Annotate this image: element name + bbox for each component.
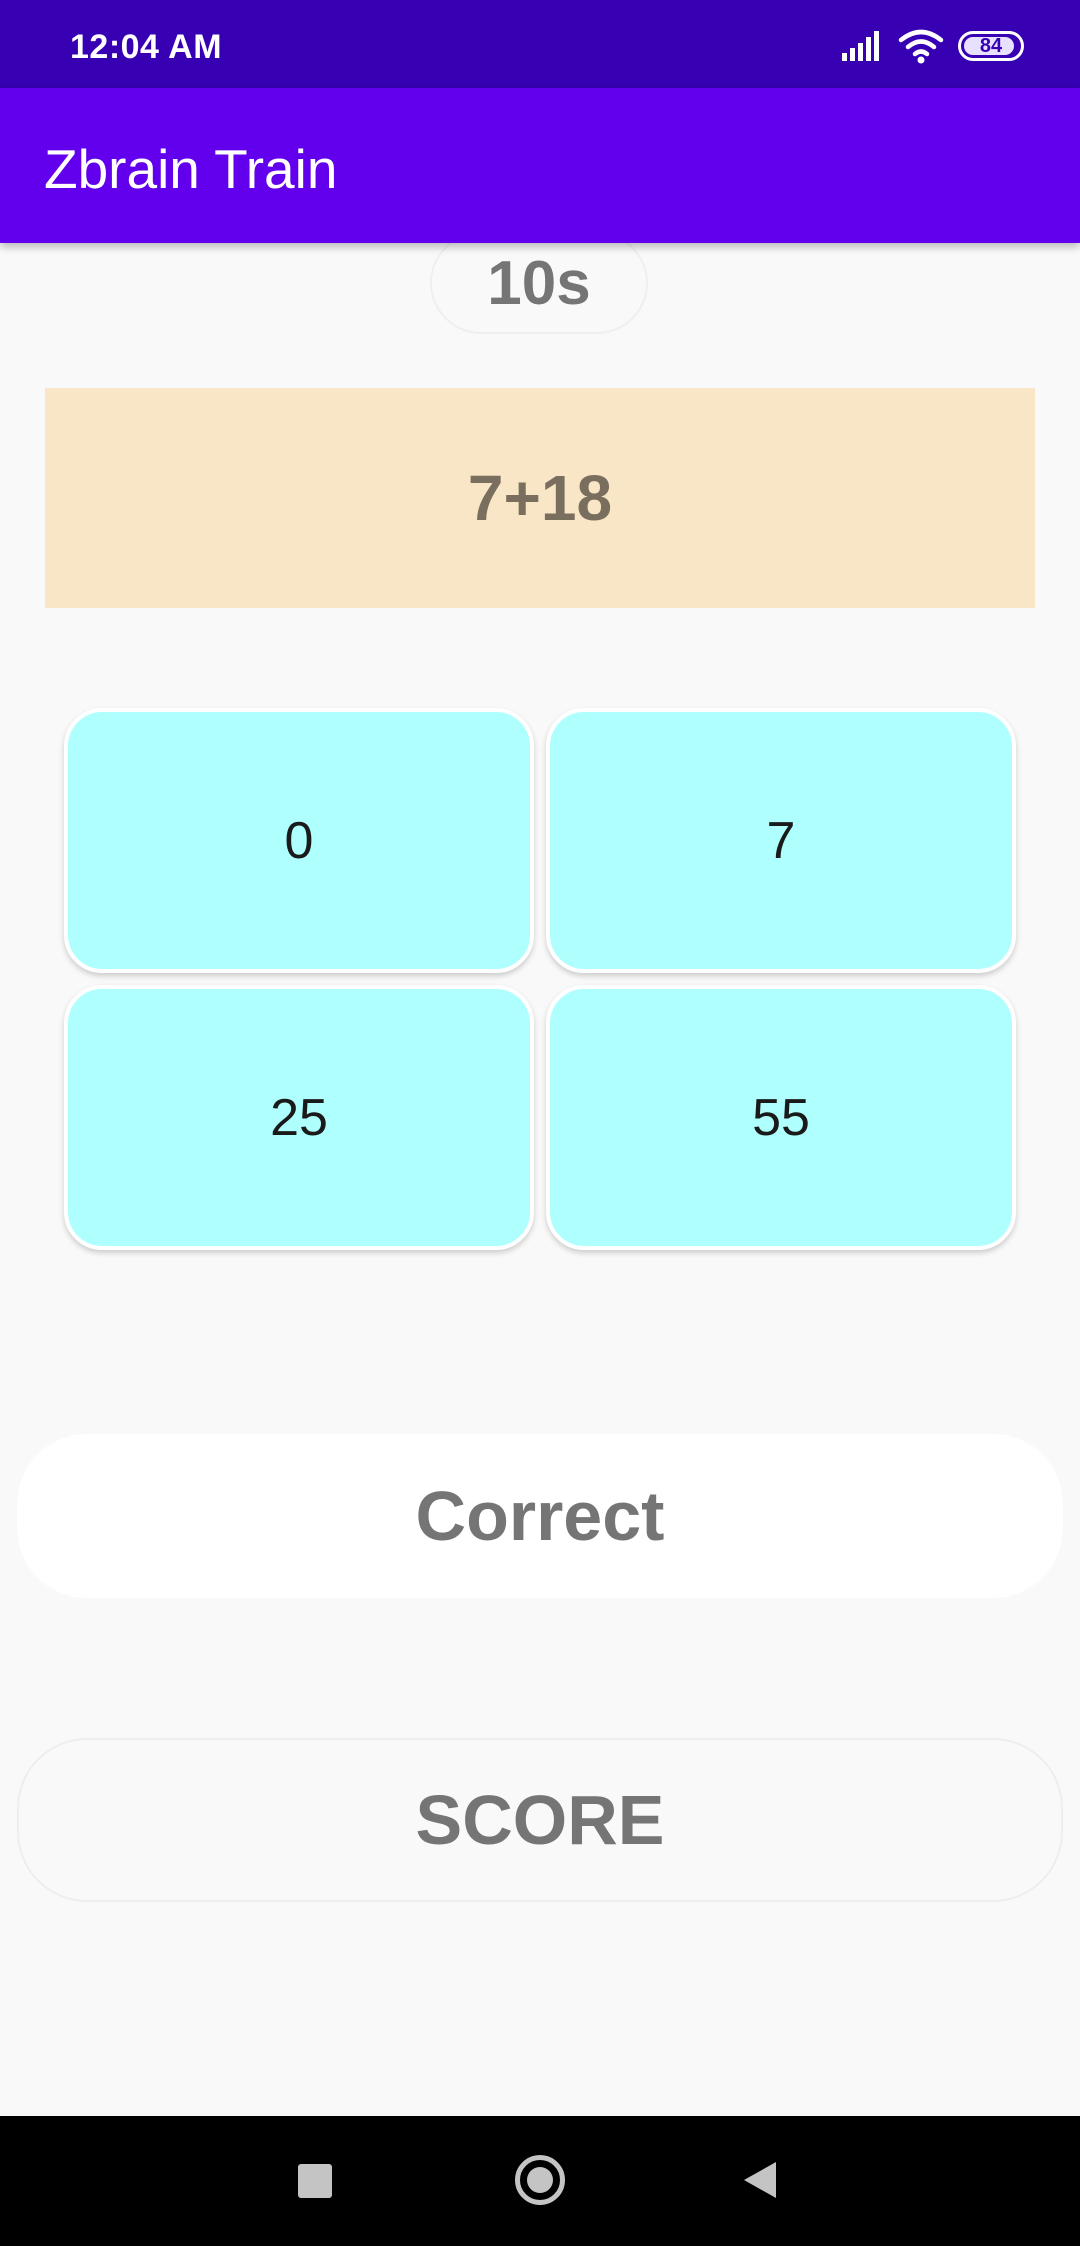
- answer-grid: 0 7 25 55: [58, 702, 1022, 1256]
- timer: 10s: [430, 232, 648, 334]
- app-title: Zbrain Train: [44, 138, 338, 200]
- navigation-bar: [0, 2116, 1080, 2246]
- signal-icon: [842, 31, 879, 61]
- answer-cell: 7: [540, 702, 1022, 979]
- answer-button-4[interactable]: 55: [546, 985, 1016, 1250]
- answer-cell: 0: [58, 702, 540, 979]
- home-icon[interactable]: [515, 2155, 565, 2205]
- status-icons: 84: [842, 26, 1024, 66]
- battery-level: 84: [979, 34, 1003, 57]
- answer-cell: 25: [58, 979, 540, 1256]
- battery-icon: 84: [958, 31, 1024, 61]
- wifi-icon: [898, 29, 944, 64]
- answer-button-1[interactable]: 0: [64, 708, 534, 973]
- answer-button-2[interactable]: 7: [546, 708, 1016, 973]
- result-message: Correct: [17, 1434, 1063, 1598]
- back-icon[interactable]: [744, 2162, 776, 2198]
- score-button[interactable]: SCORE: [17, 1738, 1063, 1902]
- app-bar: Zbrain Train: [0, 88, 1080, 243]
- status-bar: 12:04 AM 84: [0, 0, 1080, 88]
- recents-icon[interactable]: [298, 2164, 332, 2198]
- answer-button-3[interactable]: 25: [64, 985, 534, 1250]
- question-display: 7+18: [45, 388, 1035, 608]
- answer-cell: 55: [540, 979, 1022, 1256]
- status-time: 12:04 AM: [70, 28, 223, 66]
